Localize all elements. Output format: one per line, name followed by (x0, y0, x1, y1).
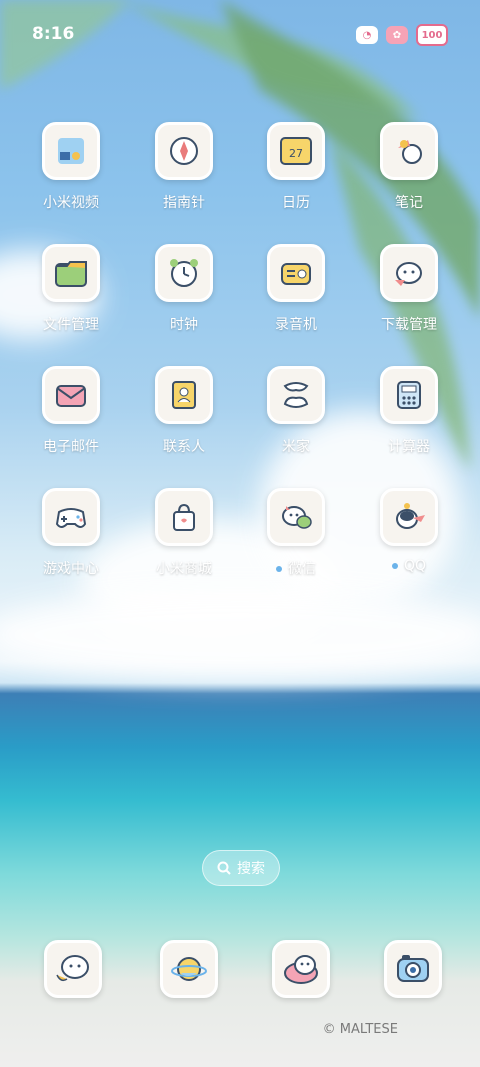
planet-browser-icon (171, 957, 207, 981)
dock-browser[interactable] (160, 940, 218, 998)
mail-icon (42, 366, 100, 424)
status-bar: 8:16 ◔ ✿ 100 (0, 0, 480, 70)
app-label: 日历 (282, 195, 310, 211)
alarm-clock-icon (155, 244, 213, 302)
app-recorder[interactable]: 录音机 (241, 244, 351, 354)
app-mi-video[interactable]: 小米视频 (16, 122, 126, 232)
app-compass[interactable]: 指南针 (129, 122, 239, 232)
app-clock[interactable]: 时钟 (129, 244, 239, 354)
folder-icon (42, 244, 100, 302)
phone-dog-icon (56, 955, 89, 982)
app-label: 联系人 (163, 439, 205, 455)
calculator-icon (380, 366, 438, 424)
video-icon (42, 122, 100, 180)
app-label: 文件管理 (43, 317, 99, 333)
theme-watermark: © MALTESE (322, 1022, 398, 1037)
dock (0, 940, 480, 1000)
calendar-day: 27 (289, 147, 303, 160)
address-book-icon (155, 366, 213, 424)
battery-level: 100 (421, 29, 443, 41)
app-game-center[interactable]: 游戏中心 (16, 488, 126, 598)
mijia-icon (267, 366, 325, 424)
app-label: 录音机 (275, 317, 317, 333)
app-calendar[interactable]: 27 日历 (241, 122, 351, 232)
app-contacts[interactable]: 联系人 (129, 366, 239, 476)
app-notes[interactable]: 笔记 (354, 122, 464, 232)
camera-icon (397, 955, 429, 982)
app-label: 游戏中心 (43, 561, 99, 577)
app-qq[interactable]: QQ (354, 488, 464, 598)
search-label: 搜索 (237, 861, 265, 877)
app-label: 指南针 (163, 195, 205, 211)
app-label-text: 微信 (288, 561, 316, 577)
app-label: 小米视频 (43, 195, 99, 211)
app-downloads[interactable]: 下载管理 (354, 244, 464, 354)
messages-dog-icon (284, 955, 318, 984)
dog-download-icon (380, 244, 438, 302)
app-mijia[interactable]: 米家 (241, 366, 351, 476)
app-calculator[interactable]: 计算器 (354, 366, 464, 476)
status-time: 8:16 (32, 24, 75, 44)
dock-camera[interactable] (384, 940, 442, 998)
app-file-manager[interactable]: 文件管理 (16, 244, 126, 354)
app-wechat[interactable]: 微信 (241, 488, 351, 598)
calendar-icon: 27 (267, 122, 325, 180)
wifi-icon: ✿ (386, 26, 408, 44)
app-label: 小米商城 (156, 561, 212, 577)
qq-penguin-icon (380, 488, 438, 546)
search-icon (217, 861, 231, 875)
app-label-text: QQ (403, 558, 427, 574)
dock-phone[interactable] (44, 940, 102, 998)
shopping-bag-icon (155, 488, 213, 546)
notes-icon (380, 122, 438, 180)
search-button[interactable]: 搜索 (202, 850, 280, 886)
compass-icon (155, 122, 213, 180)
cloud-decoration (0, 590, 480, 680)
new-install-dot (276, 566, 282, 572)
app-label: 微信 (276, 558, 316, 578)
app-label: 米家 (282, 439, 310, 455)
app-label: 计算器 (388, 439, 430, 455)
battery-icon: 100 (416, 24, 448, 46)
new-install-dot (391, 563, 398, 569)
home-screen: 8:16 ◔ ✿ 100 小米视频 指南针 27 日历 笔记 文件管理 时钟 录… (0, 0, 480, 1067)
wechat-dog-icon (267, 488, 325, 546)
gamepad-icon (42, 488, 100, 546)
dock-messages[interactable] (272, 940, 330, 998)
app-label: 笔记 (395, 195, 423, 211)
app-mi-store[interactable]: 小米商城 (129, 488, 239, 598)
app-label: 电子邮件 (43, 439, 99, 455)
radio-icon (267, 244, 325, 302)
app-label: 时钟 (170, 317, 198, 333)
status-icons: ◔ ✿ 100 (356, 24, 448, 46)
signal-icon: ◔ (356, 26, 378, 44)
app-email[interactable]: 电子邮件 (16, 366, 126, 476)
app-label: QQ (391, 558, 427, 574)
app-label: 下载管理 (381, 317, 437, 333)
